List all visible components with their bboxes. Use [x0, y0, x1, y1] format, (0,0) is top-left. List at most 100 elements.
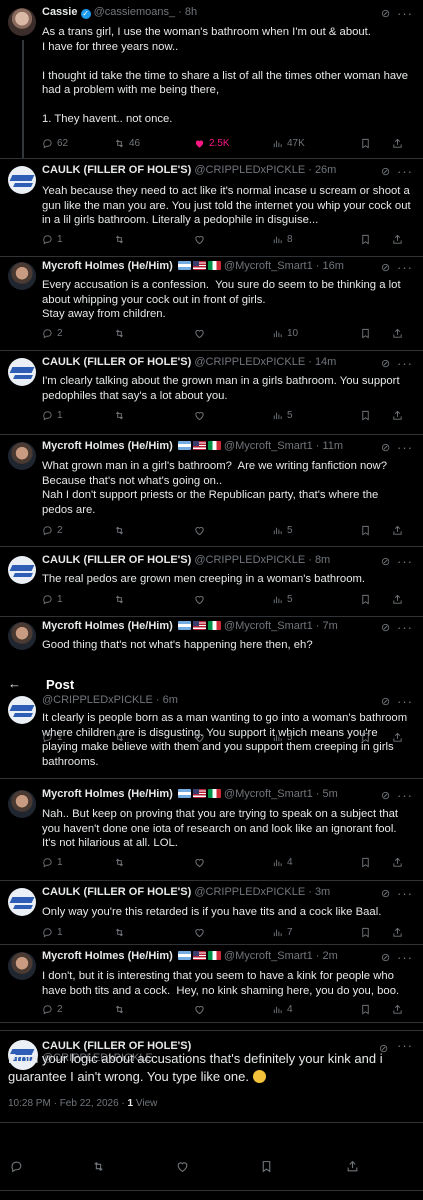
more-icon[interactable]: ···	[397, 260, 413, 275]
reply-button[interactable]: 1	[42, 594, 63, 605]
avatar[interactable]	[8, 262, 36, 290]
avatar[interactable]	[8, 888, 36, 916]
post-date[interactable]: 10:28 PM · Feb 22, 2026 ·	[8, 1098, 128, 1109]
share-button[interactable]	[392, 410, 403, 421]
timestamp[interactable]: · 16m	[316, 260, 344, 272]
like-button[interactable]	[176, 1160, 189, 1178]
more-icon[interactable]: ···	[397, 356, 413, 371]
more-icon[interactable]: ···	[397, 554, 413, 569]
timestamp[interactable]: · 6m	[156, 694, 178, 706]
timestamp[interactable]: · 5m	[316, 788, 338, 800]
repost-button[interactable]	[114, 857, 129, 868]
bookmark-button[interactable]	[360, 525, 371, 536]
repost-button[interactable]	[114, 328, 129, 339]
reply-button[interactable]: 1	[42, 857, 63, 868]
repost-button[interactable]: 46	[114, 138, 140, 149]
grok-icon[interactable]: ⊘	[381, 166, 393, 178]
share-button[interactable]	[392, 234, 403, 245]
bookmark-button[interactable]	[360, 234, 371, 245]
views-button[interactable]: 5	[272, 410, 293, 421]
bookmark-button[interactable]	[260, 1160, 273, 1178]
views-button[interactable]: 8	[272, 234, 293, 245]
avatar[interactable]	[8, 696, 36, 724]
bookmark-button[interactable]	[360, 410, 371, 421]
timestamp[interactable]: · 14m	[308, 356, 336, 368]
repost-button[interactable]	[114, 525, 129, 536]
avatar[interactable]	[8, 166, 36, 194]
like-button[interactable]	[194, 1004, 209, 1015]
timestamp[interactable]: · 11m	[316, 440, 343, 452]
grok-icon[interactable]: ⊘	[381, 358, 393, 370]
reply-button[interactable]: 1	[42, 234, 63, 245]
grok-icon[interactable]: ⊘	[381, 888, 393, 900]
avatar[interactable]	[8, 8, 36, 36]
share-button[interactable]	[392, 927, 403, 938]
repost-button[interactable]	[92, 1160, 105, 1178]
avatar[interactable]	[8, 358, 36, 386]
display-name[interactable]: Mycroft Holmes (He/Him)	[42, 788, 173, 800]
share-button[interactable]	[392, 525, 403, 536]
handle[interactable]: @CRIPPLEDxPICKLE	[194, 356, 305, 368]
handle[interactable]: @Mycroft_Smart1	[224, 620, 313, 632]
more-icon[interactable]: ···	[397, 788, 413, 803]
bookmark-button[interactable]	[360, 732, 371, 743]
views-button[interactable]: 10	[272, 328, 298, 339]
share-button[interactable]	[392, 1004, 403, 1015]
bookmark-button[interactable]	[360, 328, 371, 339]
grok-icon[interactable]: ⊘	[381, 262, 393, 274]
handle[interactable]: @cassiemoans_	[94, 6, 175, 18]
grok-icon[interactable]: ⊘	[381, 790, 393, 802]
share-button[interactable]	[392, 594, 403, 605]
grok-icon[interactable]: ⊘	[381, 622, 393, 634]
reply-button[interactable]: 2	[42, 525, 63, 536]
repost-button[interactable]	[114, 927, 129, 938]
views-button[interactable]: 5	[272, 732, 293, 743]
bookmark-button[interactable]	[360, 1004, 371, 1015]
display-name[interactable]: CAULK (FILLER OF HOLE'S)	[42, 356, 191, 368]
display-name[interactable]: CAULK (FILLER OF HOLE'S)	[42, 554, 191, 566]
reply-button[interactable]: 1	[42, 732, 63, 743]
views-button[interactable]: 47K	[272, 138, 305, 149]
display-name[interactable]: CAULK (FILLER OF HOLE'S)	[42, 164, 191, 176]
like-button[interactable]	[194, 594, 209, 605]
grok-icon[interactable]: ⊘	[381, 952, 393, 964]
share-button[interactable]	[392, 857, 403, 868]
handle[interactable]: @CRIPPLEDxPICKLE	[194, 554, 305, 566]
like-button[interactable]	[194, 525, 209, 536]
timestamp[interactable]: · 8h	[178, 6, 197, 18]
avatar[interactable]	[8, 952, 36, 980]
grok-icon[interactable]: ⊘	[381, 696, 393, 708]
like-button[interactable]	[194, 927, 209, 938]
more-icon[interactable]: ···	[397, 6, 413, 21]
display-name[interactable]: CAULK (FILLER OF HOLE'S)	[42, 886, 191, 898]
display-name[interactable]: Mycroft Holmes (He/Him)	[42, 440, 173, 452]
like-button[interactable]: 2.5K	[194, 138, 230, 149]
repost-button[interactable]	[114, 1004, 129, 1015]
timestamp[interactable]: · 26m	[308, 164, 336, 176]
grok-icon[interactable]: ⊘	[381, 442, 393, 454]
reply-button[interactable]	[10, 1160, 23, 1178]
more-icon[interactable]: ···	[397, 164, 413, 179]
repost-button[interactable]	[114, 410, 129, 421]
handle[interactable]: @Mycroft_Smart1	[224, 788, 313, 800]
display-name[interactable]: Mycroft Holmes (He/Him)	[42, 620, 173, 632]
bookmark-button[interactable]	[360, 138, 371, 149]
timestamp[interactable]: · 8m	[308, 554, 330, 566]
reply-button[interactable]: 2	[42, 1004, 63, 1015]
avatar[interactable]	[8, 790, 36, 818]
views-button[interactable]: 5	[272, 525, 293, 536]
views-button[interactable]: 4	[272, 1004, 293, 1015]
reply-button[interactable]: 1	[42, 927, 63, 938]
like-button[interactable]	[194, 410, 209, 421]
handle[interactable]: @CRIPPLEDxPICKLE	[194, 886, 305, 898]
repost-button[interactable]	[114, 732, 129, 743]
handle[interactable]: @Mycroft_Smart1	[224, 950, 313, 962]
display-name[interactable]: Mycroft Holmes (He/Him)	[42, 950, 173, 962]
display-name[interactable]: Cassie	[42, 6, 77, 18]
like-button[interactable]	[194, 732, 209, 743]
grok-icon[interactable]: ⊘	[381, 556, 393, 568]
views-button[interactable]: 5	[272, 594, 293, 605]
grok-icon[interactable]: ⊘	[381, 8, 393, 20]
share-button[interactable]	[392, 138, 403, 149]
share-button[interactable]	[392, 328, 403, 339]
